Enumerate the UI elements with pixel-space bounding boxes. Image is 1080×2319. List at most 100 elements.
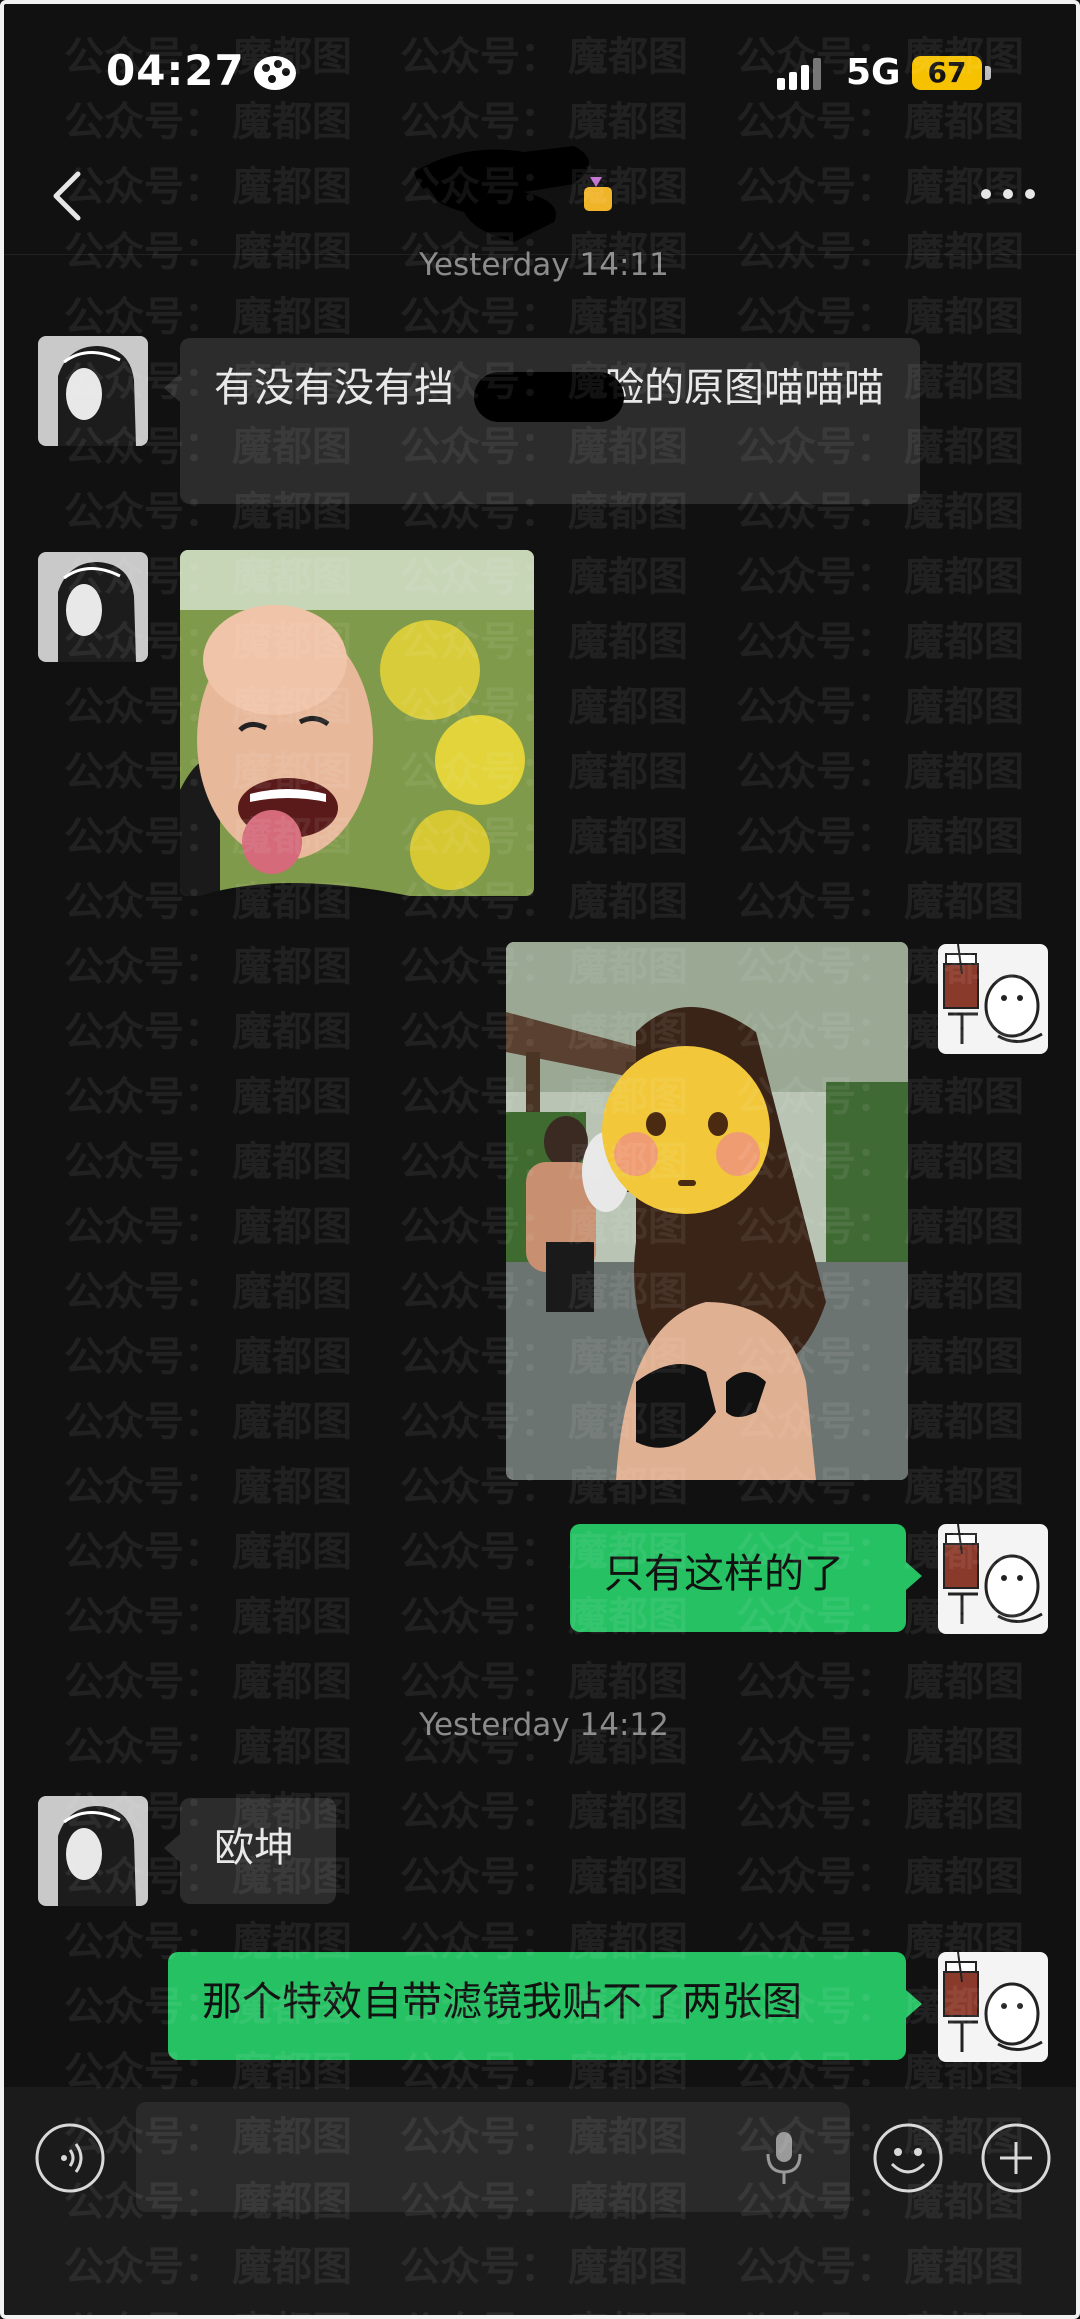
watermark-text: 魔都图 (904, 1464, 1024, 1510)
message-text: 只有这样的了 (604, 1551, 844, 1597)
watermark-text: 魔都图 (232, 294, 352, 340)
watermark-text: 公众号： (400, 1789, 560, 1835)
watermark-text: 公众号： (64, 1594, 224, 1640)
message-bubble-outgoing[interactable]: 只有这样的了 (570, 1524, 922, 1632)
watermark-text: 魔都图 (568, 684, 688, 730)
watermark-text: 魔都图 (904, 489, 1024, 535)
watermark-text: 魔都图 (904, 1789, 1024, 1835)
message-text: 有没有没有挡 (214, 365, 454, 411)
message-text: 那个特效自带滤镜我贴不了两张图 (202, 1979, 802, 2025)
image-message-outgoing[interactable] (506, 942, 908, 1480)
watermark-text: 魔都图 (568, 1854, 688, 1900)
watermark-text: 公众号： (736, 1659, 896, 1705)
watermark-text: 魔都图 (232, 1659, 352, 1705)
watermark-text: 公众号： (400, 1594, 560, 1640)
watermark-text: 魔都图 (904, 294, 1024, 340)
watermark-text: 魔都图 (232, 1204, 352, 1250)
watermark-text: 魔都图 (904, 1659, 1024, 1705)
watermark-text: 魔都图 (568, 554, 688, 600)
contact-avatar[interactable] (38, 552, 148, 662)
watermark-text: 公众号： (64, 1269, 224, 1315)
network-type: 5G (846, 52, 901, 93)
watermark-text: 公众号： (64, 1009, 224, 1055)
message-input[interactable] (136, 2102, 850, 2212)
watermark-text: 公众号： (64, 1139, 224, 1185)
watermark-text: 魔都图 (904, 684, 1024, 730)
emoji-icon[interactable] (872, 2122, 944, 2194)
battery-tip (985, 66, 991, 80)
watermark-text: 魔都图 (904, 879, 1024, 925)
image-message-incoming[interactable] (180, 550, 534, 896)
watermark-text: 魔都图 (904, 1854, 1024, 1900)
message-text: 脸的原图喵喵喵 (604, 365, 884, 411)
watermark-text: 公众号： (64, 294, 224, 340)
watermark-text: 公众号： (736, 879, 896, 925)
watermark-text: 魔都图 (568, 879, 688, 925)
watermark-text: 魔都图 (232, 1399, 352, 1445)
watermark-text: 公众号： (736, 814, 896, 860)
watermark-text: 魔都图 (904, 1399, 1024, 1445)
timestamp: Yesterday 14:12 (419, 1707, 669, 1743)
watermark-text: 魔都图 (232, 1139, 352, 1185)
watermark-text: 魔都图 (568, 1659, 688, 1705)
watermark-text: 魔都图 (904, 1139, 1024, 1185)
watermark-text: 魔都图 (568, 749, 688, 795)
watermark-text: 公众号： (736, 554, 896, 600)
watermark-text: 公众号： (400, 1659, 560, 1705)
contact-avatar[interactable] (38, 1796, 148, 1906)
timestamp: Yesterday 14:11 (419, 247, 669, 283)
watermark-text: 魔都图 (904, 1334, 1024, 1380)
watermark-text: 公众号： (400, 1529, 560, 1575)
app-notification-icon (254, 56, 296, 90)
watermark-text: 魔都图 (232, 1074, 352, 1120)
my-avatar[interactable] (938, 1524, 1048, 1634)
back-chevron-icon[interactable] (40, 164, 96, 228)
watermark-text: 魔都图 (904, 1269, 1024, 1315)
watermark-text: 公众号： (736, 1854, 896, 1900)
watermark-text: 公众号： (736, 684, 896, 730)
watermark-text: 公众号： (736, 749, 896, 795)
watermark-text: 魔都图 (904, 1204, 1024, 1250)
watermark-text: 公众号： (736, 164, 896, 210)
mic-icon[interactable] (764, 2130, 804, 2186)
watermark-text: 魔都图 (232, 1529, 352, 1575)
watermark-text: 公众号： (64, 1529, 224, 1575)
watermark-text: 魔都图 (568, 814, 688, 860)
status-bar: 04:27 5G 67 (4, 4, 1076, 144)
watermark-text: 魔都图 (904, 554, 1024, 600)
watermark-text: 公众号： (736, 619, 896, 665)
my-avatar[interactable] (938, 944, 1048, 1054)
watermark-text: 魔都图 (232, 1334, 352, 1380)
more-dots-icon[interactable] (976, 174, 1040, 214)
watermark-text: 公众号： (736, 294, 896, 340)
battery-indicator: 67 (912, 56, 982, 90)
watermark-text: 公众号： (400, 1854, 560, 1900)
message-text: 欧坤 (214, 1825, 294, 1871)
watermark-text: 魔都图 (232, 1269, 352, 1315)
contact-avatar[interactable] (38, 336, 148, 446)
watermark-text: 魔都图 (232, 1009, 352, 1055)
status-time: 04:27 (106, 46, 245, 95)
watermark-text: 公众号： (64, 1204, 224, 1250)
voice-icon[interactable] (34, 2122, 106, 2194)
watermark-text: 公众号： (64, 1334, 224, 1380)
redaction-mark (474, 372, 624, 422)
message-bubble-outgoing[interactable]: 那个特效自带滤镜我贴不了两张图 (168, 1952, 922, 2060)
watermark-text: 魔都图 (568, 1789, 688, 1835)
watermark-text: 魔都图 (568, 294, 688, 340)
message-bubble-incoming[interactable]: 欧坤 (164, 1798, 336, 1904)
watermark-text: 魔都图 (904, 424, 1024, 470)
watermark-text: 魔都图 (904, 814, 1024, 860)
watermark-text: 公众号： (400, 294, 560, 340)
watermark-text: 魔都图 (232, 944, 352, 990)
watermark-text: 公众号： (64, 1659, 224, 1705)
watermark-text: 公众号： (64, 944, 224, 990)
watermark-text: 魔都图 (232, 1464, 352, 1510)
cellular-signal-icon (777, 58, 821, 90)
my-avatar[interactable] (938, 1952, 1048, 2062)
redacted-contact-name (414, 146, 612, 242)
watermark-text: 公众号： (64, 1399, 224, 1445)
plus-icon[interactable] (980, 2122, 1052, 2194)
watermark-text: 公众号： (736, 1789, 896, 1835)
watermark-text: 魔都图 (904, 619, 1024, 665)
